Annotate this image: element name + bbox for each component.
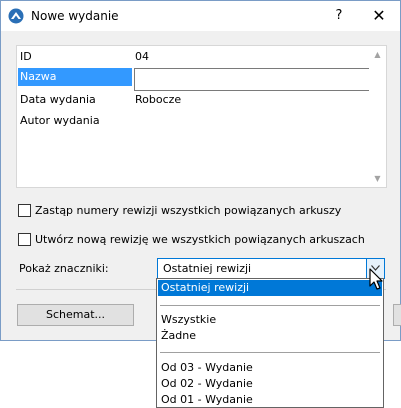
properties-list[interactable]: ID 04 Nazwa Data wydania Robocze Autor w… [16, 45, 387, 188]
scroll-down-arrow-icon[interactable]: ▼ [369, 170, 386, 187]
property-label-autor-wydania: Autor wydania [20, 114, 100, 127]
property-value-data-wydania: Robocze [135, 93, 182, 106]
vertical-scrollbar[interactable]: ▲ ▼ [369, 46, 386, 187]
close-button[interactable]: ✕ [359, 1, 399, 31]
dropdown-separator [160, 352, 380, 353]
mouse-pointer-icon [369, 268, 383, 290]
property-value-id: 04 [135, 50, 149, 63]
window-title: Nowe wydanie [31, 9, 119, 23]
create-revision-checkbox[interactable] [18, 233, 31, 246]
dropdown-option-wszystkie[interactable]: Wszystkie [158, 312, 382, 328]
help-button[interactable]: ? [319, 1, 359, 31]
replace-revisions-checkbox[interactable] [18, 204, 31, 217]
dropdown-option-od-01[interactable]: Od 01 - Wydanie [158, 392, 382, 408]
nazwa-input[interactable] [134, 68, 375, 91]
property-label-nazwa[interactable]: Nazwa [20, 68, 56, 86]
scroll-up-arrow-icon[interactable]: ▲ [369, 46, 386, 63]
markers-dropdown-value: Ostatniej rewizji [163, 262, 252, 275]
property-label-data-wydania: Data wydania [20, 93, 96, 106]
dropdown-option-od-02[interactable]: Od 02 - Wydanie [158, 376, 382, 392]
replace-revisions-label: Zastąp numery rewizji wszystkich powiąza… [35, 204, 342, 217]
title-bar[interactable]: Nowe wydanie ? ✕ [1, 1, 400, 31]
archicad-icon [8, 8, 24, 24]
markers-dropdown[interactable]: Ostatniej rewizji [157, 258, 385, 279]
dropdown-option-ostatniej-rewizji[interactable]: Ostatniej rewizji [158, 280, 382, 296]
dropdown-separator [160, 305, 380, 306]
markers-label: Pokaż znaczniki: [19, 262, 109, 275]
property-label-id: ID [20, 50, 32, 63]
create-revision-label: Utwórz nową rewizję we wszystkich powiąz… [35, 233, 365, 246]
partially-hidden-button[interactable] [393, 304, 401, 326]
markers-dropdown-list[interactable]: Ostatniej rewizji Wszystkie Żadne Od 03 … [156, 278, 384, 408]
dropdown-option-zadne[interactable]: Żadne [158, 328, 382, 344]
dropdown-option-od-03[interactable]: Od 03 - Wydanie [158, 360, 382, 376]
schemat-button[interactable]: Schemat... [17, 304, 134, 326]
